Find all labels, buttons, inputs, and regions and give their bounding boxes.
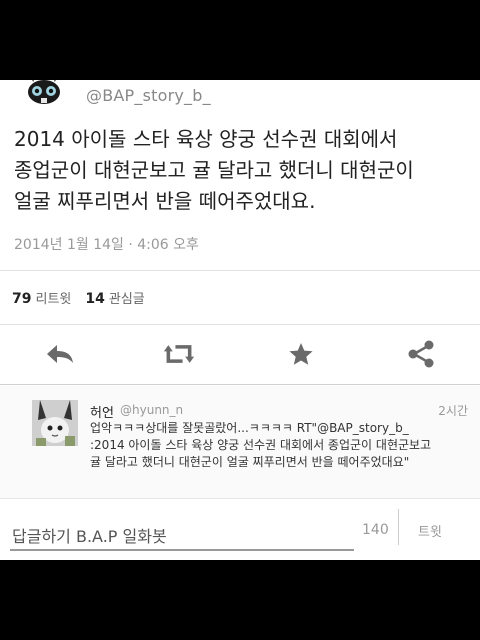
reply-composer: 140 트윗 xyxy=(0,498,480,560)
reply-item[interactable]: 허언 @hyunn_n 2시간 업악ㅋㅋㅋ상대를 잘못골랐어...ㅋㅋㅋㅋ RT… xyxy=(0,386,480,498)
favorite-star-icon[interactable] xyxy=(285,342,317,366)
tweet-line: 종업군이 대현군보고 귤 달라고 했더니 대현군이 xyxy=(14,158,414,182)
reply-author-handle[interactable]: @hyunn_n xyxy=(120,403,183,417)
retweet-icon[interactable] xyxy=(163,342,195,366)
reply-time: 2시간 xyxy=(438,404,468,418)
favorite-label[interactable]: 관심글 xyxy=(109,292,145,307)
share-icon[interactable] xyxy=(405,340,437,368)
favorite-count[interactable]: 14 xyxy=(85,291,104,307)
reply-text: 업악ㅋㅋㅋ상대를 잘못골랐어...ㅋㅋㅋㅋ RT"@BAP_story_b_ :… xyxy=(90,420,470,471)
tweet-detail-screen: @BAP_story_b_ 2014 아이돌 스타 육상 양궁 선수권 대회에서… xyxy=(0,80,480,560)
author-handle[interactable]: @BAP_story_b_ xyxy=(86,86,211,105)
divider xyxy=(0,324,480,325)
reply-author-name[interactable]: 허언 xyxy=(90,402,114,421)
tweet-timestamp: 2014년 1월 14일 · 4:06 오후 xyxy=(14,237,199,253)
divider xyxy=(0,270,480,271)
reply-line: :2014 아이돌 스타 육상 양궁 선수권 대회에서 종업군이 대현군보고 xyxy=(90,438,432,452)
reply-line: 귤 달라고 했더니 대현군이 얼굴 찌푸리면서 반을 떼어주었대요" xyxy=(90,455,410,469)
divider xyxy=(398,509,399,545)
author-avatar-icon[interactable] xyxy=(22,80,66,106)
retweet-count[interactable]: 79 xyxy=(12,291,31,307)
divider xyxy=(0,384,480,385)
action-bar xyxy=(0,334,480,374)
reply-input[interactable] xyxy=(10,521,354,551)
reply-avatar[interactable] xyxy=(32,400,78,446)
reply-line: 업악ㅋㅋㅋ상대를 잘못골랐어...ㅋㅋㅋㅋ RT"@BAP_story_b_ xyxy=(90,421,409,435)
tweet-line: 얼굴 찌푸리면서 반을 떼어주었대요. xyxy=(14,189,316,213)
retweet-label[interactable]: 리트윗 xyxy=(35,292,71,307)
char-count: 140 xyxy=(362,522,389,538)
tweet-text: 2014 아이돌 스타 육상 양궁 선수권 대회에서 종업군이 대현군보고 귤 … xyxy=(14,124,470,217)
reply-icon[interactable] xyxy=(44,342,76,366)
tweet-button[interactable]: 트윗 xyxy=(418,521,442,540)
tweet-line: 2014 아이돌 스타 육상 양궁 선수권 대회에서 xyxy=(14,127,398,151)
tweet-stats: 79 리트윗 14 관심글 xyxy=(12,288,145,307)
